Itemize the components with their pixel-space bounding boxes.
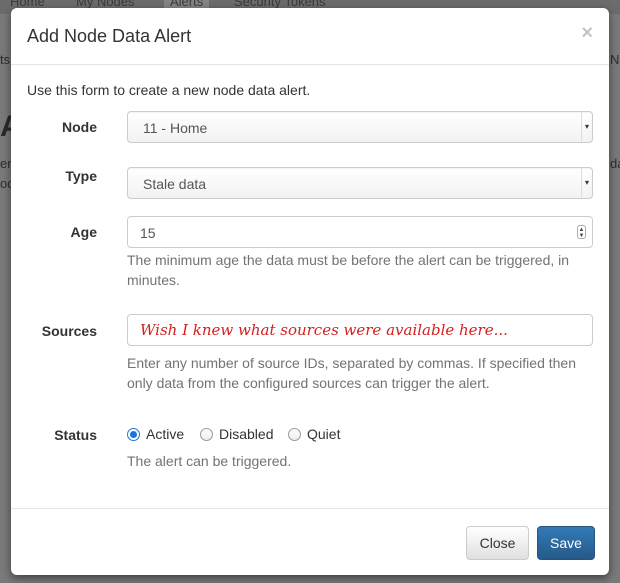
- node-select-value: 11 - Home: [143, 120, 208, 136]
- age-number-input[interactable]: 15 ▲ ▼: [127, 216, 593, 248]
- modal-footer: Close Save: [11, 508, 609, 575]
- chevron-down-icon: ▾: [581, 168, 592, 198]
- status-label: Status: [54, 427, 97, 443]
- stepper-arrows-icon[interactable]: ▲ ▼: [577, 225, 586, 239]
- node-label: Node: [62, 119, 97, 135]
- radio-checked-icon[interactable]: [127, 428, 140, 441]
- type-label: Type: [65, 168, 97, 184]
- radio-unchecked-icon[interactable]: [288, 428, 301, 441]
- bg-fragment: ts: [0, 52, 11, 67]
- save-button[interactable]: Save: [537, 526, 595, 560]
- modal-title: Add Node Data Alert: [27, 26, 192, 46]
- type-select-value: Stale data: [143, 176, 207, 192]
- modal-header: Add Node Data Alert ×: [11, 8, 609, 65]
- add-node-data-alert-dialog: Add Node Data Alert × Use this form to c…: [11, 8, 609, 575]
- form-intro: Use this form to create a new node data …: [27, 82, 311, 98]
- bg-fragment: er: [0, 156, 12, 171]
- status-option-label: Active: [146, 426, 185, 442]
- age-input-value: 15: [140, 225, 156, 241]
- type-select[interactable]: Stale data ▾: [127, 167, 593, 199]
- age-help-text: The minimum age the data must be before …: [127, 252, 570, 288]
- sources-help-text: Enter any number of source IDs, separate…: [127, 355, 576, 391]
- node-select[interactable]: 11 - Home ▾: [127, 111, 593, 143]
- sources-label: Sources: [41, 323, 97, 339]
- chevron-down-icon: ▾: [581, 112, 592, 142]
- close-icon[interactable]: ×: [581, 23, 593, 43]
- age-label: Age: [70, 224, 97, 240]
- status-option-label: Disabled: [219, 426, 274, 442]
- close-button[interactable]: Close: [466, 526, 529, 560]
- sources-input[interactable]: Wish I knew what sources were available …: [127, 314, 593, 346]
- radio-unchecked-icon[interactable]: [200, 428, 213, 441]
- status-help-text: The alert can be triggered.: [127, 453, 292, 469]
- bg-fragment: No: [610, 52, 620, 67]
- bg-fragment: da: [610, 156, 620, 171]
- sources-annotation: Wish I knew what sources were available …: [140, 321, 508, 339]
- status-option-label: Quiet: [307, 426, 341, 442]
